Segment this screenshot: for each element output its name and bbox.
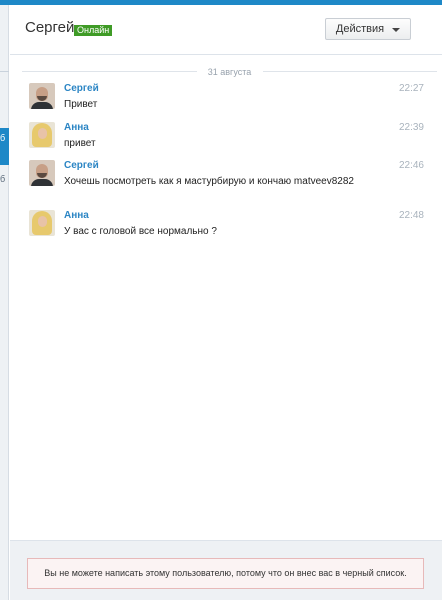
message-time: 22:27: [398, 83, 424, 94]
date-divider-label: 31 августа: [196, 65, 263, 79]
message-time: 22:39: [398, 122, 424, 133]
dialog-footer: Вы не можете написать этому пользователю…: [10, 540, 442, 600]
actions-label: Действия: [335, 23, 385, 35]
male-avatar-icon[interactable]: [29, 160, 55, 186]
dialog-window: Сергей Онлайн Действия 31 августа Сергей…: [10, 5, 442, 600]
message-author[interactable]: Анна: [64, 210, 89, 222]
actions-dropdown-button[interactable]: Действия: [325, 18, 411, 40]
sidebar-divider: [0, 71, 9, 72]
background-sidebar-strip: б б: [0, 5, 9, 600]
message-time: 22:46: [398, 160, 424, 171]
message-text: Хочешь посмотреть как я мастурбирую и ко…: [64, 176, 354, 187]
message-time: 22:48: [398, 210, 424, 221]
message-item: Анна 22:39 привет: [10, 122, 442, 158]
avatar-body: [31, 102, 53, 109]
message-text: У вас с головой все нормально ?: [64, 226, 217, 237]
chevron-down-icon: [392, 28, 400, 32]
avatar-body: [31, 179, 53, 186]
online-status-badge: Онлайн: [74, 25, 113, 36]
blocked-notice: Вы не можете написать этому пользователю…: [27, 558, 424, 589]
date-divider: 31 августа: [22, 65, 437, 79]
message-author[interactable]: Анна: [64, 122, 89, 134]
message-author[interactable]: Сергей: [64, 160, 99, 172]
message-item: Анна 22:48 У вас с головой все нормально…: [10, 210, 442, 246]
male-avatar-icon[interactable]: [29, 83, 55, 109]
message-item: Сергей 22:27 Привет: [10, 83, 442, 119]
dialog-header: Сергей Онлайн Действия: [10, 5, 442, 55]
message-author[interactable]: Сергей: [64, 83, 99, 95]
avatar-face: [38, 128, 47, 139]
message-text: привет: [64, 138, 96, 149]
female-avatar-icon[interactable]: [29, 210, 55, 236]
sidebar-glyph-top: б: [0, 134, 6, 143]
avatar-face: [38, 216, 47, 227]
message-item: Сергей 22:46 Хочешь посмотреть как я мас…: [10, 160, 442, 196]
chat-user-name[interactable]: Сергей: [25, 19, 74, 36]
message-text: Привет: [64, 99, 98, 110]
female-avatar-icon[interactable]: [29, 122, 55, 148]
sidebar-glyph-bottom: б: [0, 175, 6, 184]
